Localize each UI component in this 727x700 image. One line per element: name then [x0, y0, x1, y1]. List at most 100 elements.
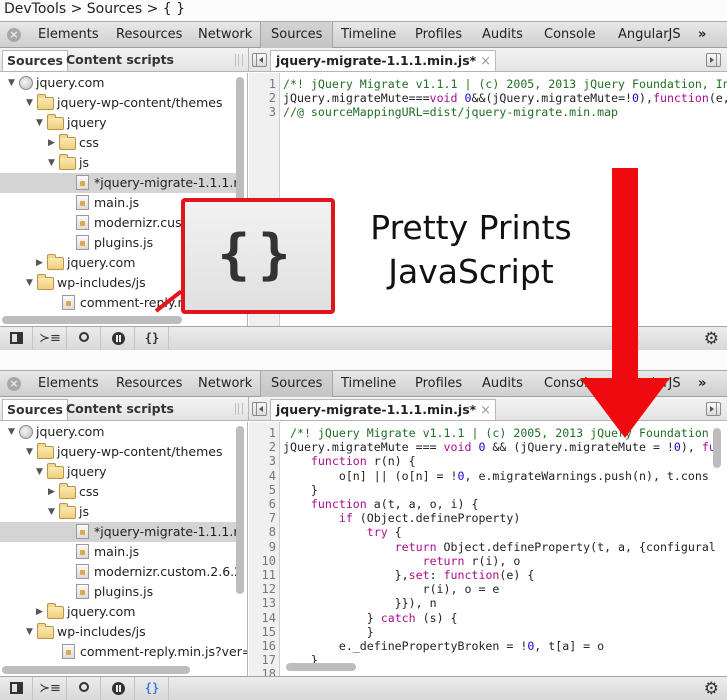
- navigator-tab-sources[interactable]: Sources: [2, 399, 68, 420]
- tabs-overflow-button[interactable]: »: [688, 371, 716, 397]
- tab-elements[interactable]: Elements: [28, 371, 109, 397]
- pause-on-exceptions-button[interactable]: [102, 327, 135, 350]
- tab-sources[interactable]: Sources: [260, 371, 334, 397]
- navigator-vertical-scrollbar[interactable]: [236, 426, 244, 594]
- tab-profiles[interactable]: Profiles: [405, 22, 472, 48]
- line-number[interactable]: 13: [262, 596, 276, 610]
- tab-console[interactable]: Console: [534, 22, 606, 48]
- disclosure-expanded-icon[interactable]: ▼: [48, 502, 58, 522]
- tree-file-item[interactable]: main.js: [76, 193, 139, 213]
- tree-file-item[interactable]: comment-reply.min.js?ver=3: [62, 642, 247, 662]
- line-number[interactable]: 7: [269, 511, 276, 525]
- disclosure-expanded-icon[interactable]: ▼: [36, 462, 46, 482]
- tree-file-item[interactable]: modernizr.custom.2.6.2: [76, 562, 242, 582]
- tab-timeline[interactable]: Timeline: [331, 22, 406, 48]
- line-number[interactable]: 18: [262, 667, 276, 676]
- console-button[interactable]: ≻≡: [34, 327, 67, 350]
- editor-file-tab[interactable]: jquery-migrate-1.1.1.min.js* ×: [270, 50, 497, 71]
- toggle-navigator-icon[interactable]: [252, 53, 267, 67]
- tree-file-item[interactable]: modernizr.cust: [76, 213, 187, 233]
- line-number[interactable]: 2: [269, 440, 276, 454]
- navigator-tab-content-scripts[interactable]: Content scripts: [62, 399, 178, 420]
- editor-vertical-scrollbar[interactable]: [713, 428, 721, 468]
- disclosure-collapsed-icon[interactable]: ▶: [48, 133, 58, 153]
- tree-file-item[interactable]: *jquery-migrate-1.1.1.r: [0, 173, 239, 193]
- tab-sources[interactable]: Sources: [260, 22, 334, 48]
- tree-folder-item[interactable]: ▼ jquery.com: [8, 73, 104, 93]
- tab-audits[interactable]: Audits: [472, 371, 533, 397]
- pause-on-exceptions-button[interactable]: [102, 677, 135, 700]
- line-number[interactable]: 17: [262, 653, 276, 667]
- line-number[interactable]: 4: [269, 469, 276, 483]
- search-button[interactable]: [68, 677, 101, 700]
- editor-horizontal-scrollbar[interactable]: [286, 663, 356, 671]
- line-number[interactable]: 2: [269, 91, 276, 105]
- close-tab-icon[interactable]: ×: [480, 403, 491, 418]
- line-number[interactable]: 8: [269, 525, 276, 539]
- line-number[interactable]: 3: [269, 105, 276, 119]
- tree-file-item[interactable]: plugins.js: [76, 233, 153, 253]
- tab-profiles[interactable]: Profiles: [405, 371, 472, 397]
- pretty-print-button[interactable]: {}: [136, 327, 169, 350]
- tab-resources[interactable]: Resources: [106, 22, 192, 48]
- editor-file-tab[interactable]: jquery-migrate-1.1.1.min.js* ×: [270, 399, 497, 420]
- line-number[interactable]: 16: [262, 639, 276, 653]
- code-editor[interactable]: 1 2 3 4 5 6 7 8 9 10 11 12 13 14 15 16 17 18 /*! jQuery M…: [249, 422, 727, 676]
- search-button[interactable]: [68, 327, 101, 350]
- toggle-debugger-icon[interactable]: [706, 53, 721, 67]
- disclosure-expanded-icon[interactable]: ▼: [26, 93, 36, 113]
- tab-timeline[interactable]: Timeline: [331, 371, 406, 397]
- tree-folder-item[interactable]: ▼ js: [48, 502, 89, 522]
- tabs-overflow-button[interactable]: »: [688, 22, 716, 48]
- disclosure-expanded-icon[interactable]: ▼: [8, 422, 18, 442]
- tree-folder-item[interactable]: ▼ wp-includes/js: [26, 622, 146, 642]
- close-tab-icon[interactable]: ×: [480, 54, 491, 69]
- disclosure-collapsed-icon[interactable]: ▶: [36, 253, 46, 273]
- tree-folder-item[interactable]: ▼ jquery-wp-content/themes: [26, 442, 222, 462]
- tree-file-item[interactable]: *jquery-migrate-1.1.1.r: [0, 522, 239, 542]
- disclosure-expanded-icon[interactable]: ▼: [36, 113, 46, 133]
- toggle-debugger-icon[interactable]: [706, 402, 721, 416]
- line-number[interactable]: 3: [269, 454, 276, 468]
- tab-network[interactable]: Network: [188, 371, 262, 397]
- disclosure-expanded-icon[interactable]: ▼: [8, 73, 18, 93]
- tree-folder-item[interactable]: ▼ jquery.com: [8, 422, 104, 442]
- tree-folder-item[interactable]: ▼ jquery: [36, 462, 107, 482]
- tree-folder-item[interactable]: ▶ jquery.com: [36, 602, 135, 622]
- tree-folder-item[interactable]: ▶ css: [48, 482, 99, 502]
- pretty-print-button[interactable]: {}: [136, 677, 169, 700]
- line-number[interactable]: 15: [262, 625, 276, 639]
- line-number[interactable]: 6: [269, 497, 276, 511]
- tree-folder-item[interactable]: ▶ jquery.com: [36, 253, 135, 273]
- disclosure-collapsed-icon[interactable]: ▶: [48, 482, 58, 502]
- navigator-tab-sources[interactable]: Sources: [2, 50, 68, 71]
- navigator-resize-grip[interactable]: [235, 54, 243, 66]
- settings-gear-icon[interactable]: ⚙: [704, 329, 719, 349]
- disclosure-expanded-icon[interactable]: ▼: [26, 622, 36, 642]
- dock-button[interactable]: [0, 677, 33, 700]
- tree-file-item[interactable]: plugins.js: [76, 582, 153, 602]
- tree-folder-item[interactable]: ▼ js: [48, 153, 89, 173]
- line-number[interactable]: 11: [262, 568, 276, 582]
- tree-file-item[interactable]: main.js: [76, 542, 139, 562]
- line-number[interactable]: 14: [262, 611, 276, 625]
- line-number[interactable]: 12: [262, 582, 276, 596]
- disclosure-expanded-icon[interactable]: ▼: [48, 153, 58, 173]
- disclosure-expanded-icon[interactable]: ▼: [26, 442, 36, 462]
- tree-folder-item[interactable]: ▼ jquery: [36, 113, 107, 133]
- tree-folder-item[interactable]: ▼ jquery-wp-content/themes: [26, 93, 222, 113]
- disclosure-collapsed-icon[interactable]: ▶: [36, 602, 46, 622]
- toggle-navigator-icon[interactable]: [252, 402, 267, 416]
- tab-elements[interactable]: Elements: [28, 22, 109, 48]
- navigator-horizontal-scrollbar[interactable]: [2, 666, 190, 674]
- line-number[interactable]: 5: [269, 483, 276, 497]
- dock-button[interactable]: [0, 327, 33, 350]
- tab-audits[interactable]: Audits: [472, 22, 533, 48]
- console-button[interactable]: ≻≡: [34, 677, 67, 700]
- navigator-tab-content-scripts[interactable]: Content scripts: [62, 50, 178, 71]
- tree-folder-item[interactable]: ▼ wp-includes/js: [26, 273, 146, 293]
- settings-gear-icon[interactable]: ⚙: [704, 679, 719, 699]
- line-number[interactable]: 1: [269, 77, 276, 91]
- tab-network[interactable]: Network: [188, 22, 262, 48]
- line-number[interactable]: 1: [269, 426, 276, 440]
